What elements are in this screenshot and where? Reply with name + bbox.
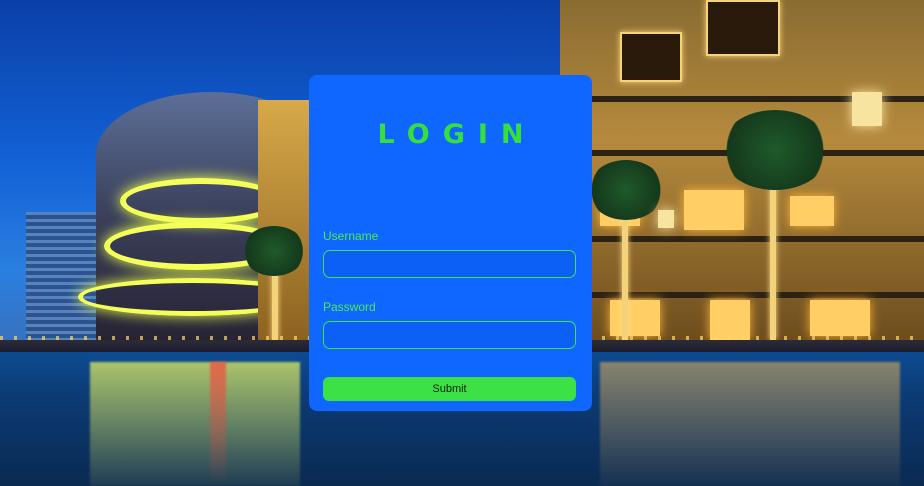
reflection-yellow bbox=[90, 362, 300, 486]
login-form: LOGIN Username Password Submit bbox=[309, 75, 592, 411]
reflection-red bbox=[210, 362, 226, 486]
lantern-2 bbox=[658, 210, 674, 228]
password-input[interactable] bbox=[323, 321, 576, 349]
login-title: LOGIN bbox=[377, 119, 537, 150]
username-input[interactable] bbox=[323, 250, 576, 278]
username-label: Username bbox=[323, 229, 379, 243]
lantern-1 bbox=[852, 92, 882, 126]
submit-button[interactable]: Submit bbox=[323, 377, 576, 401]
palm-crown-2 bbox=[720, 110, 830, 190]
ice-rink-sign bbox=[620, 32, 682, 82]
reflection-gold bbox=[600, 362, 900, 486]
kidzania-sign bbox=[706, 0, 780, 56]
password-label: Password bbox=[323, 300, 376, 314]
palm-crown-1 bbox=[588, 160, 664, 220]
palm-crown-left bbox=[242, 226, 306, 276]
